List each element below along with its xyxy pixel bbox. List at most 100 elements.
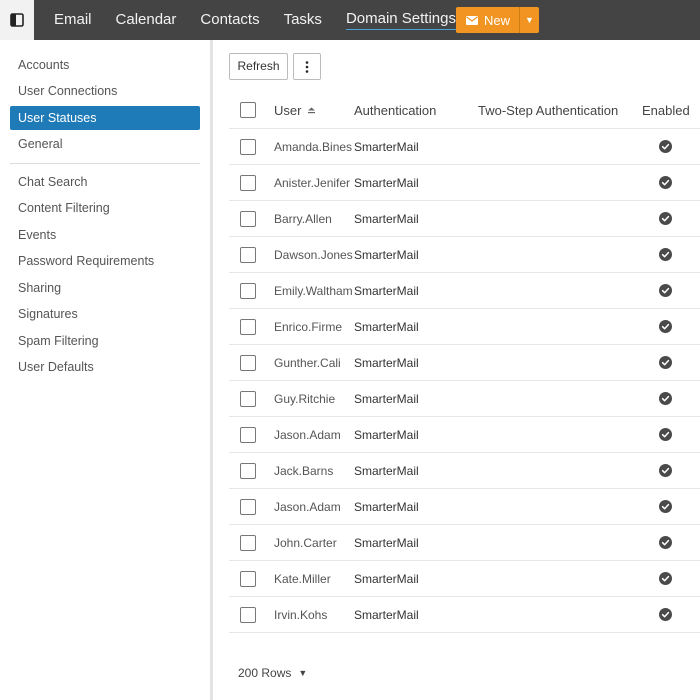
- row-checkbox[interactable]: [240, 174, 256, 191]
- more-options-button[interactable]: [293, 53, 321, 80]
- table-row[interactable]: Anister.Jenifer SmarterMail: [229, 165, 700, 201]
- row-authentication: SmarterMail: [354, 247, 419, 262]
- check-circle-icon: [659, 572, 672, 585]
- row-select-cell: [240, 201, 256, 236]
- sidebar-item-chat-search[interactable]: Chat Search: [10, 170, 200, 194]
- table-row[interactable]: Jason.Adam SmarterMail: [229, 417, 700, 453]
- select-all-checkbox[interactable]: [240, 102, 256, 118]
- table-header: User Authentication Two-Step Authenticat…: [229, 92, 700, 129]
- row-user: Guy.Ritchie: [274, 391, 336, 406]
- row-authentication: SmarterMail: [354, 499, 419, 514]
- row-select-cell: [240, 561, 256, 596]
- table-row[interactable]: Amanda.Bines SmarterMail: [229, 129, 700, 165]
- table-row[interactable]: Jack.Barns SmarterMail: [229, 453, 700, 489]
- header-authentication[interactable]: Authentication: [354, 92, 436, 128]
- new-button[interactable]: New: [456, 7, 519, 33]
- sidebar-item-signatures[interactable]: Signatures: [10, 302, 200, 326]
- row-checkbox[interactable]: [240, 606, 256, 623]
- sidebar-toggle-button[interactable]: [0, 0, 34, 40]
- row-select-cell: [240, 165, 256, 200]
- user-status-table: User Authentication Two-Step Authenticat…: [229, 92, 700, 633]
- row-select-cell: [240, 453, 256, 488]
- sidebar-item-user-connections[interactable]: User Connections: [10, 79, 200, 103]
- row-authentication: SmarterMail: [354, 319, 419, 334]
- sidebar-item-user-defaults[interactable]: User Defaults: [10, 355, 200, 379]
- sidebar-item-sharing[interactable]: Sharing: [10, 276, 200, 300]
- table-row[interactable]: Dawson.Jones SmarterMail: [229, 237, 700, 273]
- table-row[interactable]: Guy.Ritchie SmarterMail: [229, 381, 700, 417]
- row-select-cell: [240, 381, 256, 416]
- table-row[interactable]: Enrico.Firme SmarterMail: [229, 309, 700, 345]
- row-checkbox[interactable]: [240, 390, 256, 407]
- row-authentication: SmarterMail: [354, 139, 419, 154]
- sidebar-item-user-statuses[interactable]: User Statuses: [10, 106, 200, 130]
- table-row[interactable]: Kate.Miller SmarterMail: [229, 561, 700, 597]
- header-user[interactable]: User: [274, 92, 316, 128]
- table-row[interactable]: Gunther.Cali SmarterMail: [229, 345, 700, 381]
- row-checkbox[interactable]: [240, 138, 256, 155]
- nav-email[interactable]: Email: [54, 0, 92, 40]
- row-select-cell: [240, 273, 256, 308]
- row-checkbox[interactable]: [240, 426, 256, 443]
- row-checkbox[interactable]: [240, 570, 256, 587]
- refresh-button[interactable]: Refresh: [229, 53, 288, 80]
- new-button-label: New: [484, 12, 511, 28]
- row-authentication: SmarterMail: [354, 535, 419, 550]
- nav-tasks[interactable]: Tasks: [284, 0, 322, 40]
- row-authentication: SmarterMail: [354, 571, 419, 586]
- row-checkbox[interactable]: [240, 462, 256, 479]
- check-circle-icon: [659, 140, 672, 153]
- row-user: Jason.Adam: [274, 499, 341, 514]
- table-row[interactable]: Irvin.Kohs SmarterMail: [229, 597, 700, 633]
- row-checkbox[interactable]: [240, 534, 256, 551]
- new-dropdown-button[interactable]: ▼: [519, 7, 539, 33]
- rows-per-page-selector[interactable]: 200 Rows ▼: [238, 666, 307, 680]
- check-circle-icon: [659, 428, 672, 441]
- sidebar-item-accounts[interactable]: Accounts: [10, 53, 200, 77]
- row-checkbox[interactable]: [240, 498, 256, 515]
- row-select-cell: [240, 417, 256, 452]
- sidebar-item-content-filtering[interactable]: Content Filtering: [10, 196, 200, 220]
- row-select-cell: [240, 489, 256, 524]
- row-authentication: SmarterMail: [354, 175, 419, 190]
- header-two-step-authentication[interactable]: Two-Step Authentication: [478, 92, 618, 128]
- sidebar-item-password-requirements[interactable]: Password Requirements: [10, 249, 200, 273]
- row-checkbox[interactable]: [240, 282, 256, 299]
- check-circle-icon: [659, 392, 672, 405]
- check-circle-icon: [659, 500, 672, 513]
- table-row[interactable]: Jason.Adam SmarterMail: [229, 489, 700, 525]
- nav-contacts[interactable]: Contacts: [200, 0, 259, 40]
- check-circle-icon: [659, 176, 672, 189]
- row-select-cell: [240, 237, 256, 272]
- row-checkbox[interactable]: [240, 318, 256, 335]
- sidebar-divider: [10, 163, 200, 164]
- row-authentication: SmarterMail: [354, 427, 419, 442]
- check-circle-icon: [659, 536, 672, 549]
- rows-per-page-label: 200 Rows: [238, 666, 292, 680]
- row-checkbox[interactable]: [240, 354, 256, 371]
- sidebar-item-events[interactable]: Events: [10, 223, 200, 247]
- row-checkbox[interactable]: [240, 210, 256, 227]
- row-select-cell: [240, 309, 256, 344]
- chevron-down-icon: ▼: [298, 668, 308, 678]
- check-circle-icon: [659, 608, 672, 621]
- table-row[interactable]: Emily.Waltham SmarterMail: [229, 273, 700, 309]
- header-enabled[interactable]: Enabled: [642, 92, 690, 128]
- row-authentication: SmarterMail: [354, 355, 419, 370]
- sidebar-item-general[interactable]: General: [10, 132, 200, 156]
- nav-domain-settings[interactable]: Domain Settings ▼: [345, 10, 471, 30]
- row-user: Jack.Barns: [274, 463, 334, 478]
- check-circle-icon: [659, 284, 672, 297]
- row-user: Emily.Waltham: [274, 283, 353, 298]
- main-content: Refresh User Authentication Two-Step Aut…: [216, 40, 700, 700]
- row-checkbox[interactable]: [240, 246, 256, 263]
- table-row[interactable]: Barry.Allen SmarterMail: [229, 201, 700, 237]
- nav-calendar[interactable]: Calendar: [116, 0, 177, 40]
- sidebar-item-spam-filtering[interactable]: Spam Filtering: [10, 329, 200, 353]
- row-user: Gunther.Cali: [274, 355, 341, 370]
- row-authentication: SmarterMail: [354, 283, 419, 298]
- table-row[interactable]: John.Carter SmarterMail: [229, 525, 700, 561]
- sidebar-toggle-icon: [10, 13, 24, 27]
- header-user-label: User: [274, 102, 302, 118]
- check-circle-icon: [659, 464, 672, 477]
